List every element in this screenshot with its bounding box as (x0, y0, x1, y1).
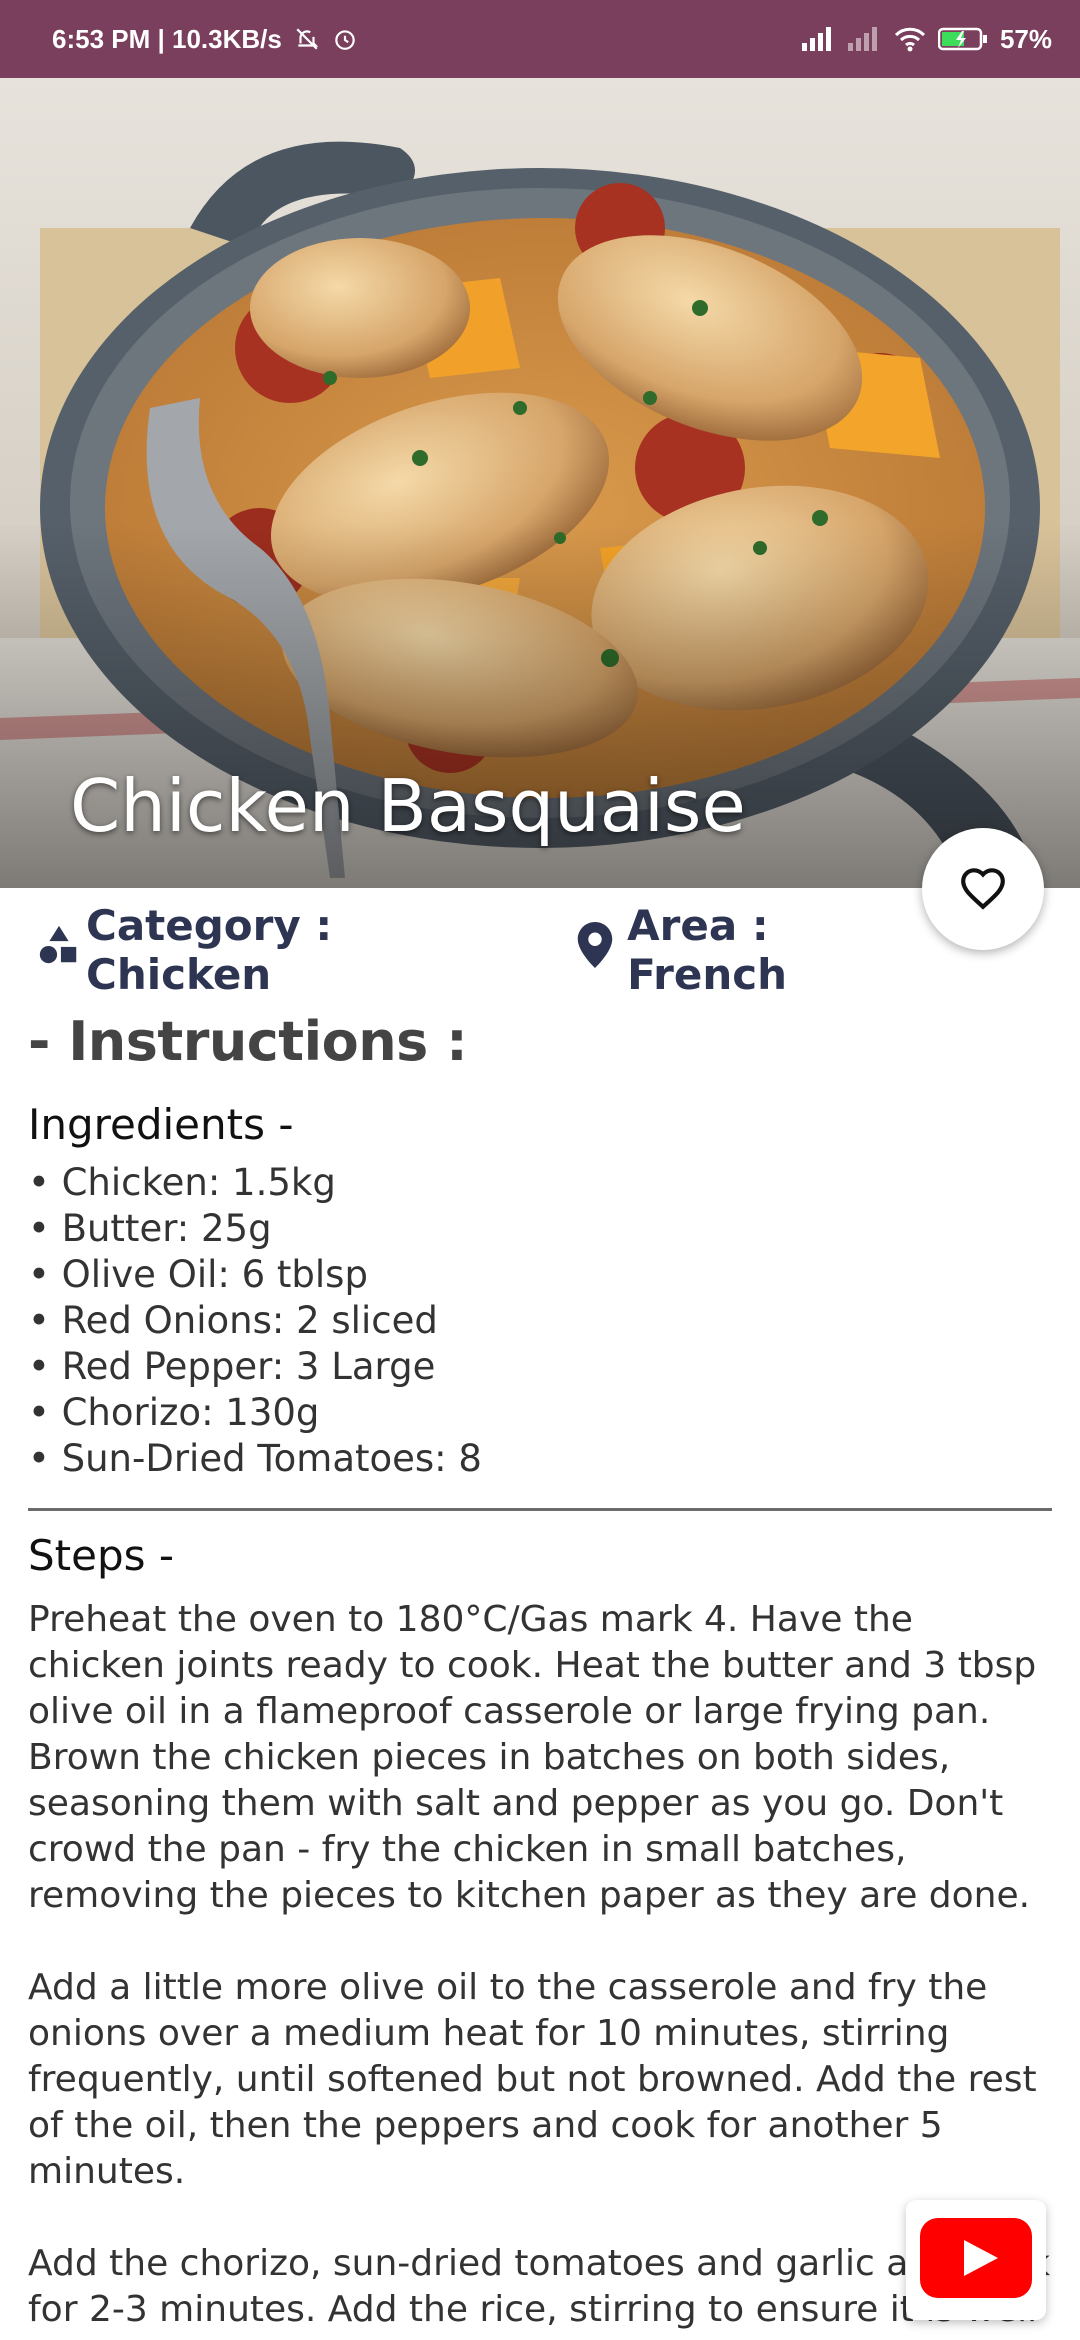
favorite-button[interactable] (922, 828, 1044, 950)
steps-heading: Steps - (28, 1531, 175, 1580)
mute-icon (294, 26, 320, 52)
status-time: 6:53 PM | 10.3KB/s (52, 23, 282, 54)
status-right: 57% (801, 23, 1052, 55)
status-bar: 6:53 PM | 10.3KB/s 57% (0, 0, 1080, 78)
category-label: Category : Chicken (86, 901, 333, 999)
ingredient-item: Olive Oil: 6 tblsp (28, 1252, 1052, 1298)
battery-icon (937, 26, 988, 52)
recipe-content: - Instructions : Ingredients - Chicken: … (28, 1010, 1052, 2340)
status-left: 6:53 PM | 10.3KB/s (52, 24, 358, 55)
ingredient-item: Red Pepper: 3 Large (28, 1344, 1052, 1390)
steps-text: Preheat the oven to 180°C/Gas mark 4. Ha… (28, 1599, 1050, 2340)
alarm-icon (332, 26, 358, 52)
signal-2-icon (847, 27, 882, 51)
recipe-hero-image: Chicken Basquaise (0, 78, 1080, 888)
ingredient-item: Chorizo: 130g (28, 1390, 1052, 1436)
area-label: Area : French (627, 901, 788, 999)
instructions-title: - Instructions : (28, 1010, 468, 1073)
section-divider (28, 1508, 1052, 1511)
battery-percent: 57% (999, 23, 1052, 54)
wifi-icon (894, 26, 926, 52)
ingredient-item: Chicken: 1.5kg (28, 1160, 1052, 1206)
location-pin-icon (577, 922, 613, 978)
youtube-play-icon (920, 2217, 1032, 2303)
recipe-title: Chicken Basquaise (70, 764, 746, 848)
ingredients-list: Chicken: 1.5kg Butter: 25g Olive Oil: 6 … (28, 1160, 1052, 1482)
ingredient-item: Red Onions: 2 sliced (28, 1298, 1052, 1344)
ingredients-heading: Ingredients - (28, 1100, 294, 1149)
youtube-video-button[interactable] (906, 2200, 1046, 2320)
area-info: Area : French (577, 901, 916, 999)
signal-icon (801, 27, 836, 51)
ingredient-item: Butter: 25g (28, 1206, 1052, 1252)
shapes-icon (36, 922, 82, 978)
category-info: Category : Chicken (36, 901, 495, 999)
heart-outline-icon (958, 864, 1008, 915)
recipe-meta: Category : Chicken Area : French (36, 901, 916, 999)
ingredient-item: Sun-Dried Tomatoes: 8 (28, 1436, 1052, 1482)
